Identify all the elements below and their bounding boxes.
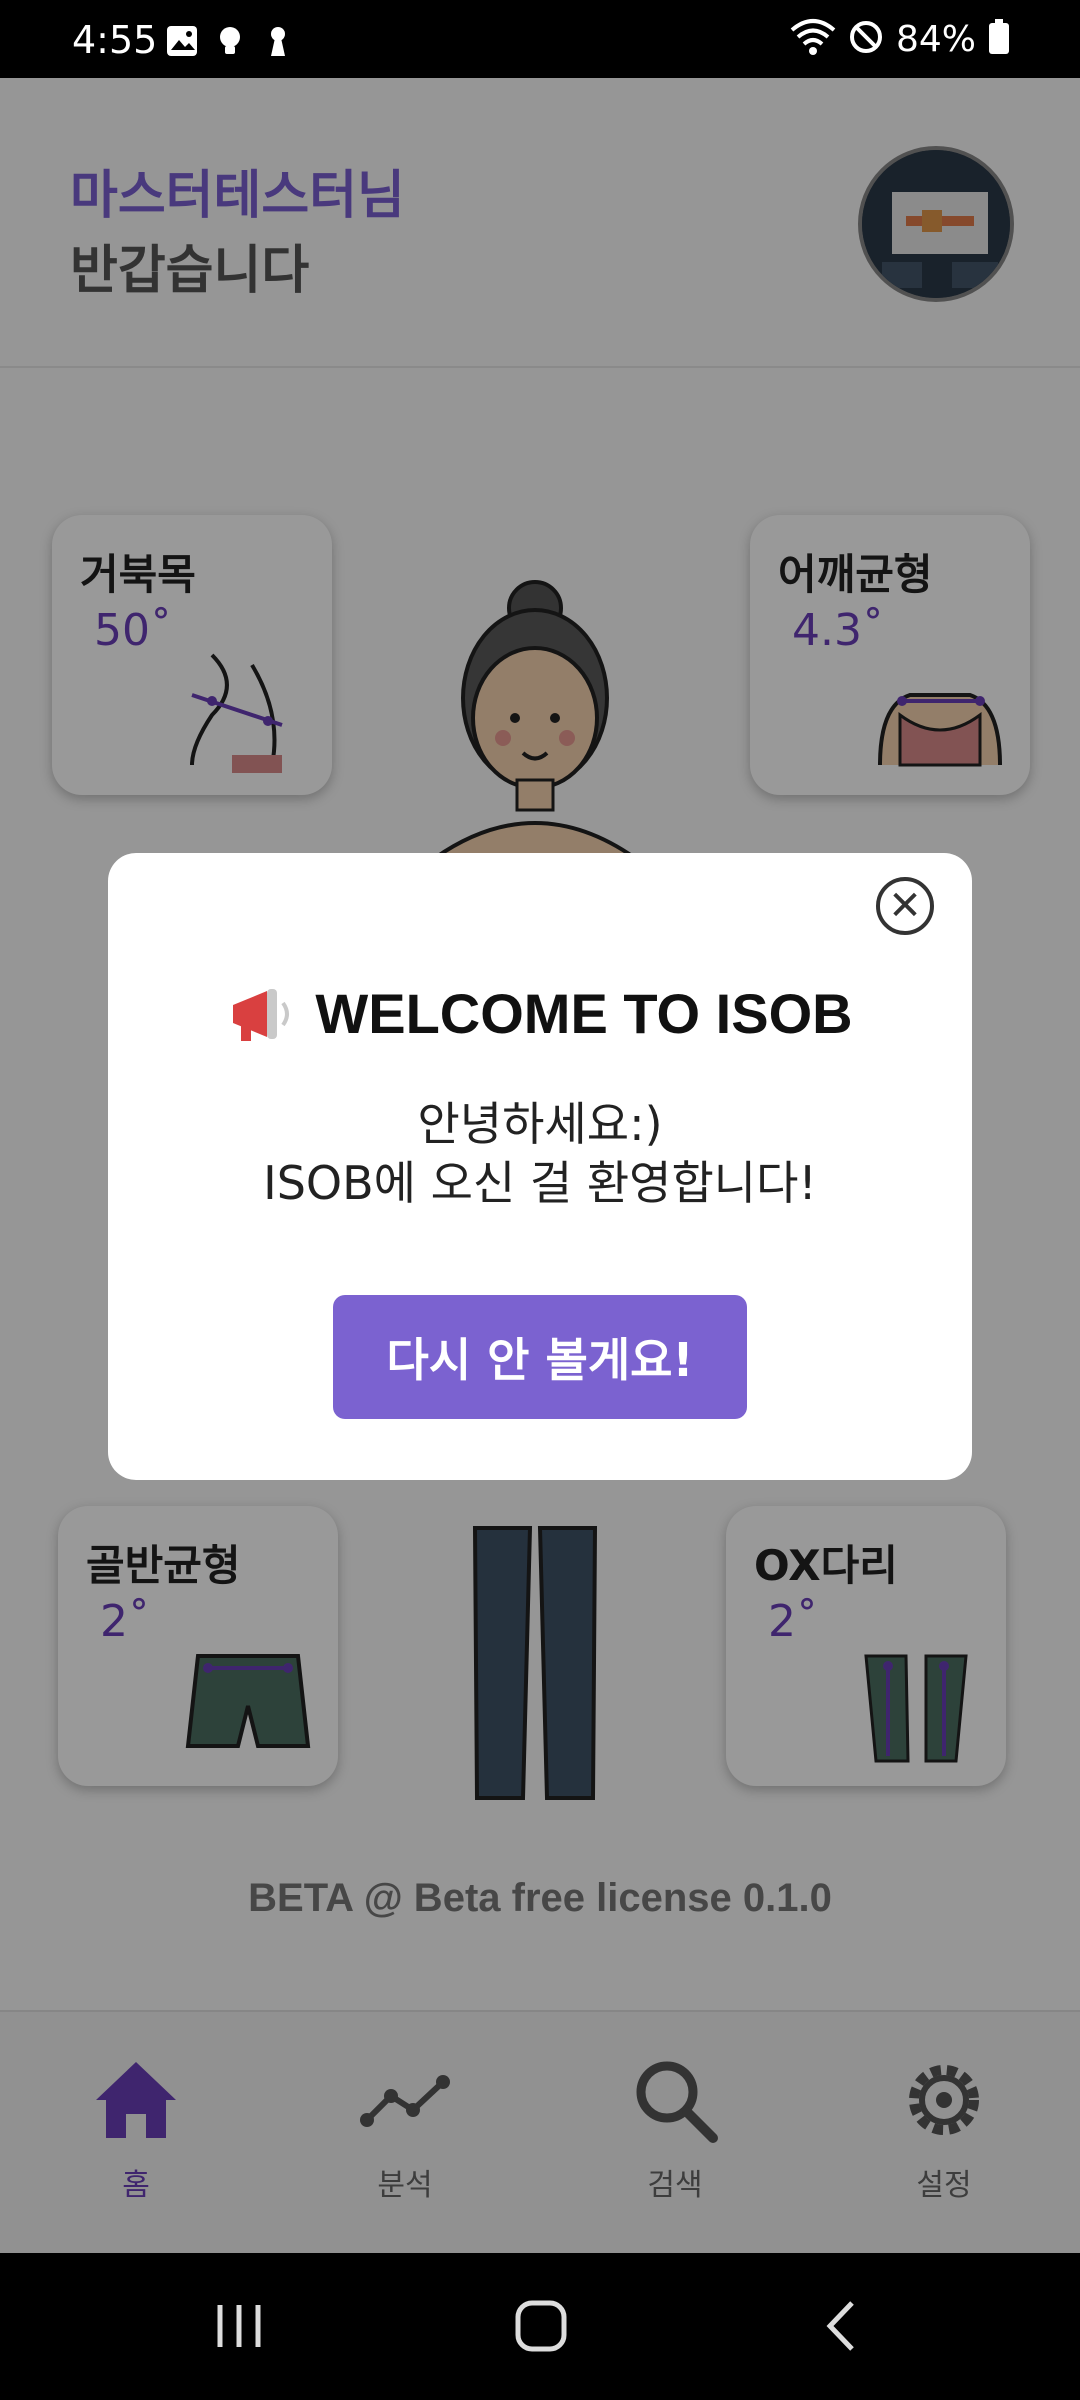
close-button[interactable]: ✕ [876,877,934,935]
close-icon: ✕ [888,883,922,929]
dialog-message-line2: ISOB에 오신 걸 환영합니다! [263,1156,817,1210]
dialog-title: WELCOME TO ISOB [108,981,972,1046]
battery-icon [988,19,1010,60]
recent-apps-icon[interactable] [204,2291,274,2361]
system-nav-bar [0,2253,1080,2400]
gallery-icon [165,24,199,58]
status-notification-icons [165,24,295,58]
back-icon[interactable] [808,2291,878,2361]
bulb-icon [213,24,247,58]
keyhole-icon [261,24,295,58]
welcome-dialog: ✕ WELCOME TO ISOB 안녕하세요:) ISOB에 오신 걸 환영합… [108,853,972,1480]
dialog-title-text: WELCOME TO ISOB [315,982,853,1045]
status-bar: 4:55 84% [0,0,1080,78]
status-time: 4:55 [72,18,158,62]
status-right: 84% [790,18,1010,61]
do-not-disturb-icon [848,19,884,60]
home-button-icon[interactable] [506,2291,576,2361]
megaphone-icon [233,988,290,1041]
wifi-icon [790,18,836,61]
battery-percent: 84% [895,19,976,60]
dialog-message-line1: 안녕하세요:) [417,1097,663,1151]
dont-show-again-button[interactable]: 다시 안 볼게요! [333,1295,747,1419]
